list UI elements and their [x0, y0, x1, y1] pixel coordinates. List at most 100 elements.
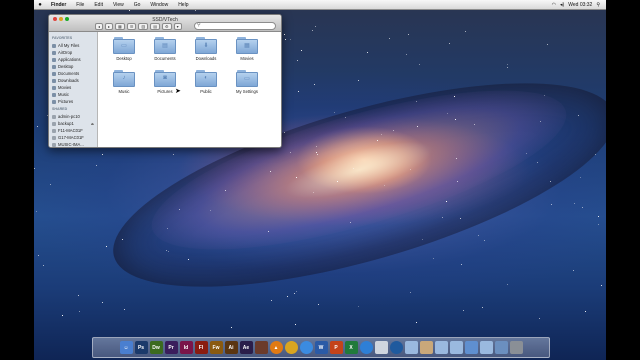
column-view-button[interactable]: ▥	[138, 23, 149, 30]
folder-my-settings[interactable]: ▭ My Settings	[226, 70, 268, 94]
sidebar-item-label: G17-MAC01F	[58, 135, 84, 140]
dock-applications-folder-icon[interactable]	[404, 341, 418, 354]
dock-powerpoint-icon[interactable]: P	[329, 341, 343, 354]
finder-titlebar[interactable]: SSD/VTech ◂ ▸ ▦ ☰ ▥ ▤ ⚙ ▾ ⚲	[49, 15, 281, 32]
sidebar-header-shared: SHARED	[52, 107, 68, 111]
sidebar-item-label: Movies	[58, 85, 72, 90]
sidebar-item-shared-1[interactable]: backup1 ⏏	[49, 120, 97, 127]
star	[389, 38, 390, 39]
dock-flash-icon[interactable]: Fl	[194, 341, 208, 354]
finder-window[interactable]: SSD/VTech ◂ ▸ ▦ ☰ ▥ ▤ ⚙ ▾ ⚲ FAVORITES Al…	[48, 14, 282, 148]
sidebar-item-documents[interactable]: Documents	[49, 70, 97, 77]
star	[447, 113, 448, 114]
network-computer-icon	[52, 121, 56, 126]
sidebar-item-shared-0[interactable]: admin-pc10	[49, 113, 97, 120]
star	[381, 134, 382, 135]
dock-safari-icon[interactable]	[299, 341, 313, 354]
folder-documents[interactable]: ▤ Documents	[144, 37, 186, 61]
folder-music[interactable]: ♪ Music	[103, 70, 145, 94]
list-view-button[interactable]: ☰	[126, 23, 137, 30]
menu-clock[interactable]: Wed 03:32	[568, 2, 592, 8]
sidebar-item-label: Desktop	[58, 64, 74, 69]
sidebar-item-shared-3[interactable]: G17-MAC01F	[49, 134, 97, 141]
star	[298, 91, 299, 92]
dock-preview-icon[interactable]	[374, 341, 388, 354]
folder-icon: ▭	[121, 43, 127, 49]
dock-after-effects-icon[interactable]: Ae	[239, 341, 253, 354]
volume-icon[interactable]: ◂)	[560, 2, 564, 8]
folder-downloads[interactable]: ⬇ Downloads	[185, 37, 227, 61]
sidebar-item-shared-2[interactable]: F11-MAC01F	[49, 127, 97, 134]
folder-public[interactable]: ◐ Public	[185, 70, 227, 94]
mouse-cursor-icon: ➤	[175, 88, 181, 95]
dock-illustrator-icon[interactable]: Ai	[224, 341, 238, 354]
sidebar-item-label: Pictures	[58, 99, 74, 104]
star	[317, 154, 318, 155]
wifi-icon[interactable]: ◠	[552, 2, 556, 8]
dock-folder-stack-icon[interactable]	[479, 341, 493, 354]
menu-app-finder[interactable]: Finder	[46, 2, 71, 8]
desktop[interactable]: ● Finder File Edit View Go Window Help ◠…	[34, 0, 606, 360]
sidebar-item-pictures[interactable]: Pictures	[49, 98, 97, 105]
action-gear-button[interactable]: ⚙	[161, 23, 172, 30]
all-files-icon	[52, 43, 56, 48]
coverflow-view-button[interactable]: ▤	[150, 23, 160, 30]
sidebar-item-downloads[interactable]: Downloads	[49, 77, 97, 84]
arrange-button[interactable]: ▾	[173, 23, 182, 30]
sidebar-item-desktop[interactable]: Desktop	[49, 63, 97, 70]
apple-menu-icon[interactable]: ●	[34, 2, 46, 8]
dock-vlc-icon[interactable]: ▲	[269, 341, 283, 354]
sidebar-item-movies[interactable]: Movies	[49, 84, 97, 91]
sidebar-item-all-my-files[interactable]: All My Files	[49, 42, 97, 49]
dock-downloads-folder-icon[interactable]	[434, 341, 448, 354]
dock-dreamweaver-icon[interactable]: Dw	[149, 341, 163, 354]
star	[367, 52, 368, 53]
star	[582, 207, 583, 208]
star	[544, 95, 545, 96]
eject-icon[interactable]: ⏏	[91, 122, 94, 126]
folder-movies[interactable]: ▦ Movies	[226, 37, 268, 61]
dock-dictionary-icon[interactable]	[254, 341, 268, 354]
dock-fireworks-icon[interactable]: Fw	[209, 341, 223, 354]
dock-premiere-icon[interactable]: Pr	[164, 341, 178, 354]
sidebar-item-shared-4[interactable]: MUSIC-IMA...	[49, 141, 97, 147]
dock-photoshop-icon[interactable]: Ps	[134, 341, 148, 354]
back-button[interactable]: ◂	[95, 23, 104, 30]
star	[410, 169, 411, 170]
dock-indesign-icon[interactable]: Id	[179, 341, 193, 354]
star	[410, 292, 411, 293]
dock-documents-stack-icon[interactable]	[419, 341, 433, 354]
star	[539, 318, 540, 319]
dock-quicktime-icon[interactable]	[389, 341, 403, 354]
dock-app-store-icon[interactable]	[359, 341, 373, 354]
dock-pictures-folder-icon[interactable]	[449, 341, 463, 354]
folder-label: Public	[200, 89, 212, 94]
music-note-icon: ♪	[122, 75, 126, 81]
dock-finder-icon[interactable]: ☺	[119, 341, 133, 354]
dock-word-icon[interactable]: W	[314, 341, 328, 354]
menu-go[interactable]: Go	[129, 2, 146, 8]
dock-trash-icon[interactable]	[509, 341, 523, 354]
star	[296, 177, 297, 178]
star	[270, 171, 271, 172]
dock-excel-icon[interactable]: X	[344, 341, 358, 354]
search-input[interactable]: ⚲	[194, 22, 276, 30]
menu-edit[interactable]: Edit	[89, 2, 108, 8]
dock-chrome-icon[interactable]	[284, 341, 298, 354]
menu-view[interactable]: View	[108, 2, 129, 8]
forward-button[interactable]: ▸	[105, 23, 114, 30]
sidebar-item-applications[interactable]: Applications	[49, 56, 97, 63]
dock-downloads-stack-icon[interactable]	[464, 341, 478, 354]
star	[449, 43, 450, 44]
menu-window[interactable]: Window	[145, 2, 173, 8]
icon-view-button[interactable]: ▦	[115, 23, 125, 30]
sidebar-item-airdrop[interactable]: AirDrop	[49, 49, 97, 56]
menu-help[interactable]: Help	[173, 2, 193, 8]
dock-finder-stack-icon[interactable]	[494, 341, 508, 354]
finder-content[interactable]: ▭ Desktop ▤ Documents ⬇ Downloads ▦ Movi…	[98, 32, 281, 147]
sidebar-item-music[interactable]: Music	[49, 91, 97, 98]
folder-desktop[interactable]: ▭ Desktop	[103, 37, 145, 61]
menu-file[interactable]: File	[71, 2, 89, 8]
star	[297, 60, 298, 61]
spotlight-icon[interactable]: ⚲	[596, 2, 600, 8]
